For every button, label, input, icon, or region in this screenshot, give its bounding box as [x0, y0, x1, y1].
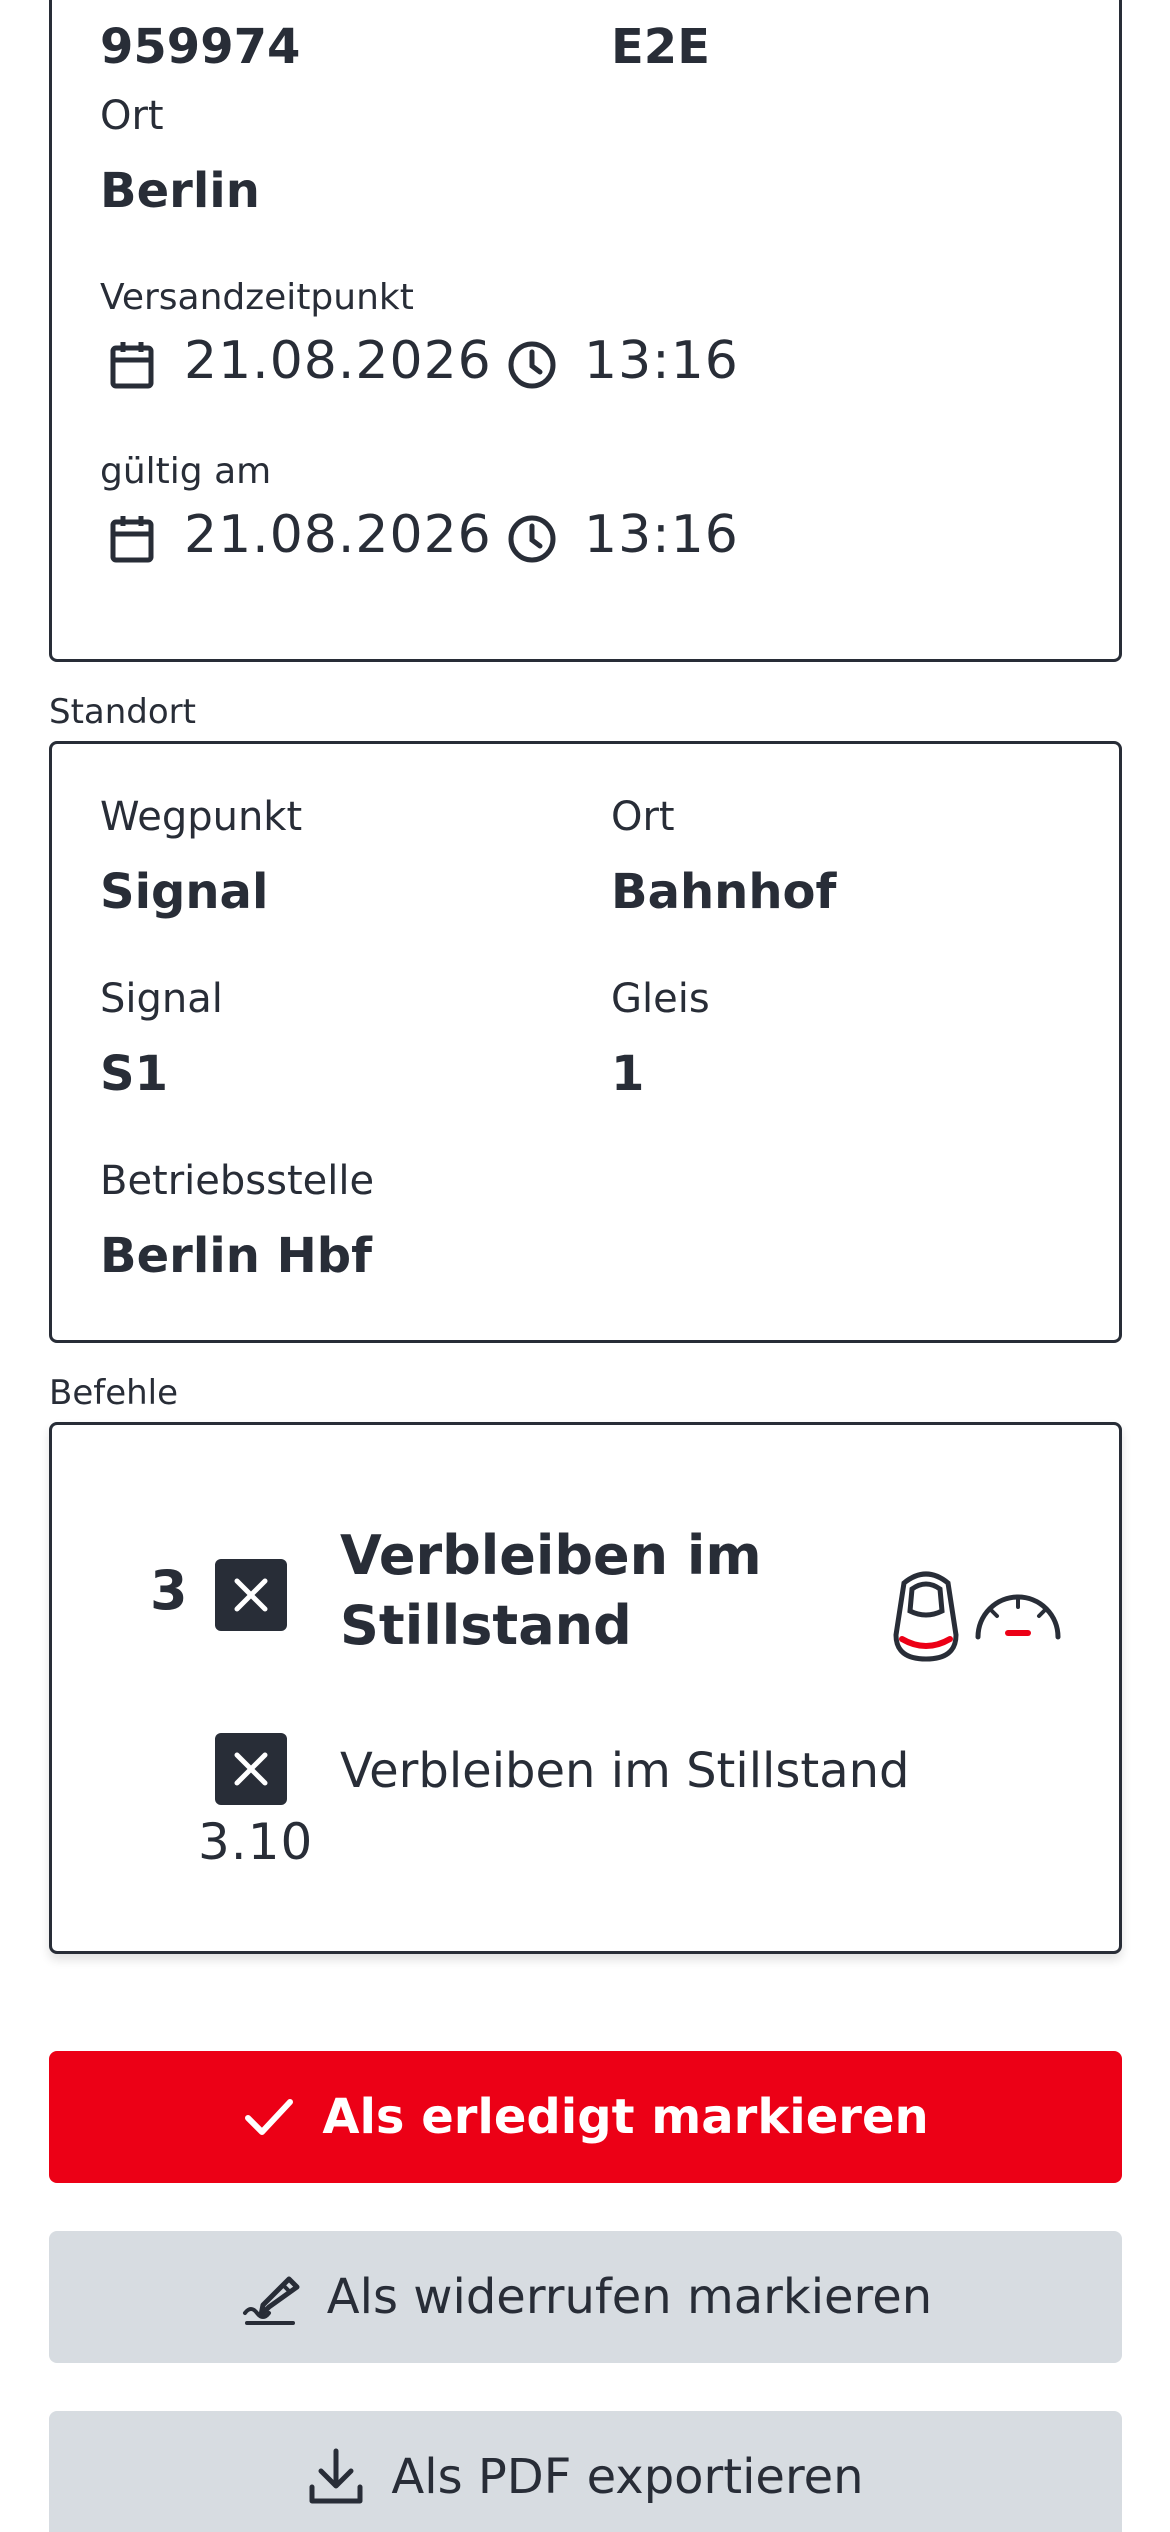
versand-time: 13:16: [584, 331, 739, 391]
gueltig-time: 13:16: [584, 505, 739, 565]
befehl-title: Verbleiben im Stillstand: [340, 1524, 762, 1657]
befehl-number: 3: [150, 1559, 188, 1622]
standort-card: Wegpunkt Signal Ort Bahnhof Signal S1 Gl…: [49, 741, 1122, 1343]
mark-revoked-label: Als widerrufen markieren: [326, 2269, 933, 2325]
betriebsstelle-value: Berlin Hbf: [100, 1228, 373, 1284]
gueltig-date: 21.08.2026: [184, 505, 492, 565]
check-icon: [242, 2094, 296, 2140]
close-icon[interactable]: [215, 1559, 287, 1631]
signal-value: S1: [100, 1046, 168, 1102]
befehle-card: 3 Verbleiben im Stillstand 3.10 Verbleib…: [49, 1422, 1122, 1954]
standort-section-label: Standort: [49, 692, 196, 732]
mark-done-label: Als erledigt markieren: [322, 2089, 929, 2145]
train-front-icon: [890, 1565, 962, 1663]
betriebsstelle-label: Betriebsstelle: [100, 1158, 375, 1204]
standort-ort-value: Bahnhof: [611, 864, 837, 920]
ort-label: Ort: [100, 93, 164, 139]
gleis-value: 1: [611, 1046, 645, 1102]
signal-label: Signal: [100, 976, 223, 1022]
sub-befehl-text: Verbleiben im Stillstand: [340, 1743, 910, 1799]
wegpunkt-value: Signal: [100, 864, 269, 920]
clock-icon: [506, 513, 558, 565]
order-type: E2E: [611, 19, 710, 75]
mark-revoked-button[interactable]: Als widerrufen markieren: [49, 2231, 1122, 2363]
sub-befehl-number: 3.10: [198, 1813, 314, 1871]
speedometer-icon: [972, 1585, 1064, 1645]
gueltig-label: gültig am: [100, 451, 272, 492]
versandzeitpunkt-label: Versandzeitpunkt: [100, 277, 414, 318]
standort-ort-label: Ort: [611, 794, 675, 840]
order-id: 959974: [100, 19, 301, 75]
close-icon[interactable]: [215, 1733, 287, 1805]
gleis-label: Gleis: [611, 976, 710, 1022]
clock-icon: [506, 339, 558, 391]
wegpunkt-label: Wegpunkt: [100, 794, 303, 840]
export-pdf-label: Als PDF exportieren: [391, 2449, 864, 2505]
page: 959974 E2E Ort Berlin Versandzeitpunkt 2…: [0, 0, 1170, 2532]
versand-date: 21.08.2026: [184, 331, 492, 391]
calendar-icon: [108, 513, 156, 565]
order-details-card: 959974 E2E Ort Berlin Versandzeitpunkt 2…: [49, 0, 1122, 662]
download-icon: [307, 2447, 365, 2507]
befehle-section-label: Befehle: [49, 1373, 179, 1413]
edit-icon: [239, 2269, 301, 2325]
ort-value: Berlin: [100, 163, 260, 219]
export-pdf-button[interactable]: Als PDF exportieren: [49, 2411, 1122, 2532]
mark-done-button[interactable]: Als erledigt markieren: [49, 2051, 1122, 2183]
calendar-icon: [108, 339, 156, 391]
